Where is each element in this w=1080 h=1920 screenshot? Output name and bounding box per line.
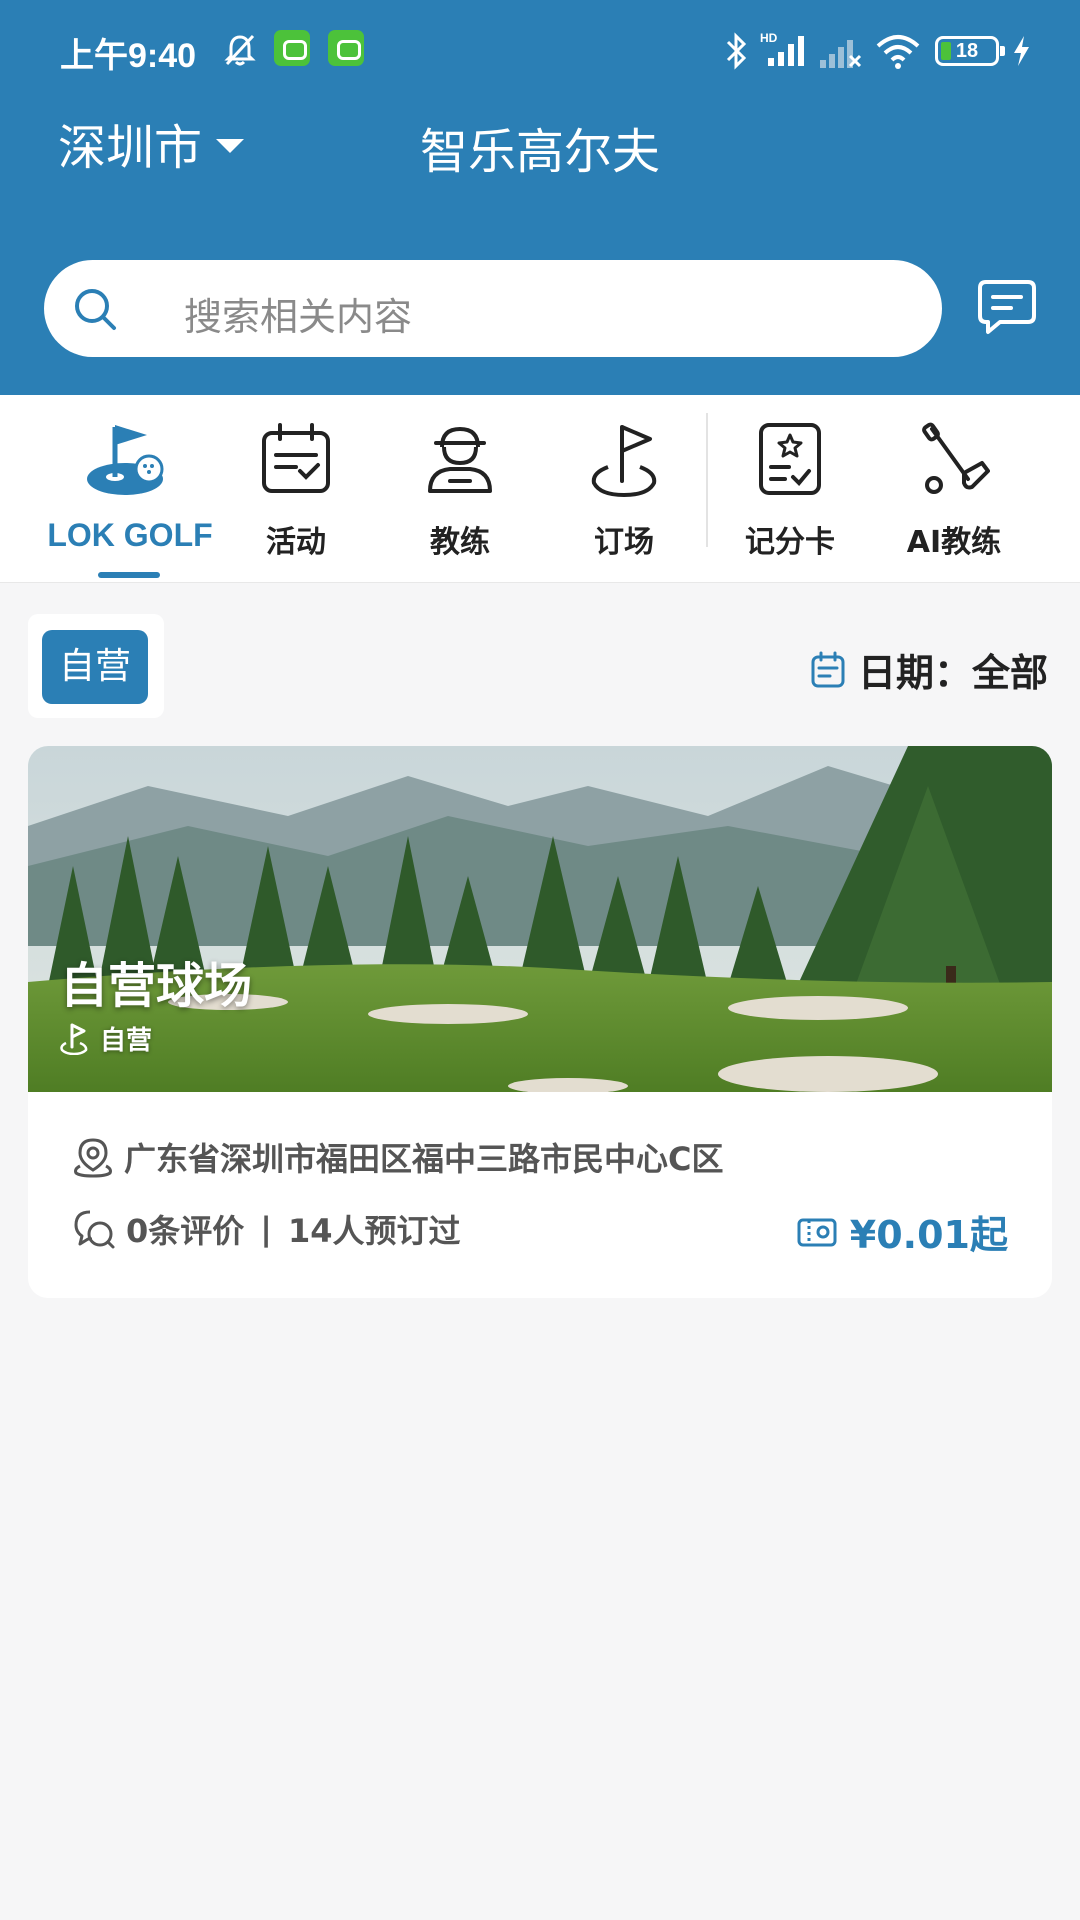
- nav-item-booking[interactable]: 订场: [544, 395, 704, 583]
- nav-label: LOK GOLF: [47, 517, 213, 553]
- svg-text:HD: HD: [760, 31, 778, 45]
- flag-icon: [60, 1023, 88, 1055]
- course-price: ¥0.01起: [796, 1204, 1008, 1259]
- category-nav: LOK GOLF 活动 教练 订场 记分卡 AI教练: [0, 395, 1080, 583]
- course-bookings: 14人预订过: [287, 1212, 461, 1250]
- course-stats: 0条评价 | 14人预订过: [72, 1206, 461, 1252]
- nav-label: AI教练: [906, 525, 1002, 560]
- nav-item-scorecard[interactable]: 记分卡: [710, 395, 870, 583]
- app-badge-icon: [274, 30, 310, 66]
- nav-divider: [706, 413, 708, 547]
- course-address-text: 广东省深圳市福田区福中三路市民中心C区: [124, 1140, 724, 1178]
- golf-club-icon: [922, 422, 990, 494]
- nav-item-coach[interactable]: 教练: [380, 395, 540, 583]
- search-input[interactable]: 搜索相关内容: [44, 260, 942, 357]
- course-type-label: 自营: [100, 1026, 153, 1056]
- filter-tag-container: 自营: [28, 614, 164, 718]
- ticket-icon: [797, 1218, 837, 1246]
- calendar-icon: [262, 423, 330, 493]
- course-type-tag: 自营: [60, 1020, 152, 1057]
- bluetooth-icon: [726, 32, 747, 70]
- course-photo: [28, 746, 1052, 1092]
- date-filter-label: 日期：: [857, 651, 972, 695]
- flag-icon: [591, 425, 657, 498]
- nav-label: 订场: [594, 525, 654, 560]
- charging-icon: [1014, 36, 1029, 66]
- app-title: 智乐高尔夫: [419, 124, 660, 180]
- nav-item-lok-golf[interactable]: LOK GOLF: [30, 395, 230, 583]
- calendar-icon: [811, 651, 845, 687]
- scorecard-icon: [759, 423, 821, 495]
- date-filter[interactable]: 日期： 全部: [810, 642, 1048, 697]
- status-bar: 上午9:40 HD 18: [0, 0, 1080, 100]
- active-tab-indicator: [98, 572, 160, 578]
- header: 上午9:40 HD 18 深圳市 智乐高尔夫 搜索相关内容: [0, 0, 1080, 395]
- filter-tag-self-operated[interactable]: 自营: [42, 630, 148, 704]
- wifi-icon: [876, 35, 920, 69]
- comment-icon: [74, 1210, 115, 1249]
- message-icon[interactable]: [976, 278, 1038, 336]
- battery-icon: 18: [935, 36, 1005, 66]
- no-signal-icon: [820, 40, 862, 68]
- battery-level: 18: [955, 40, 979, 62]
- nav-label: 教练: [430, 525, 490, 560]
- stats-separator: |: [260, 1210, 272, 1248]
- search-icon: [75, 289, 116, 330]
- app-badge-icon: [328, 30, 364, 66]
- status-time: 上午9:40: [60, 37, 197, 75]
- nav-label: 活动: [266, 525, 326, 560]
- golf-ball-flag-icon: [87, 425, 164, 495]
- nav-label: 记分卡: [745, 525, 835, 560]
- course-card[interactable]: 自营球场 自营 广东省深圳市福田区福中三路市民中心C区 0条评价 | 14人预订…: [28, 746, 1052, 1298]
- course-price-text: ¥0.01起: [849, 1213, 1008, 1257]
- date-filter-value: 全部: [971, 651, 1048, 695]
- coach-icon: [428, 426, 492, 493]
- mute-bell-icon: [224, 34, 256, 66]
- search-placeholder: 搜索相关内容: [184, 295, 413, 339]
- course-title: 自营球场: [60, 958, 253, 1014]
- course-reviews: 0条评价: [126, 1212, 245, 1250]
- nav-item-activities[interactable]: 活动: [216, 395, 376, 583]
- hd-signal-icon: HD: [760, 31, 804, 66]
- location-pin-icon: [74, 1138, 112, 1178]
- course-address: 广东省深圳市福田区福中三路市民中心C区: [72, 1134, 724, 1180]
- nav-item-ai-coach[interactable]: AI教练: [874, 395, 1034, 583]
